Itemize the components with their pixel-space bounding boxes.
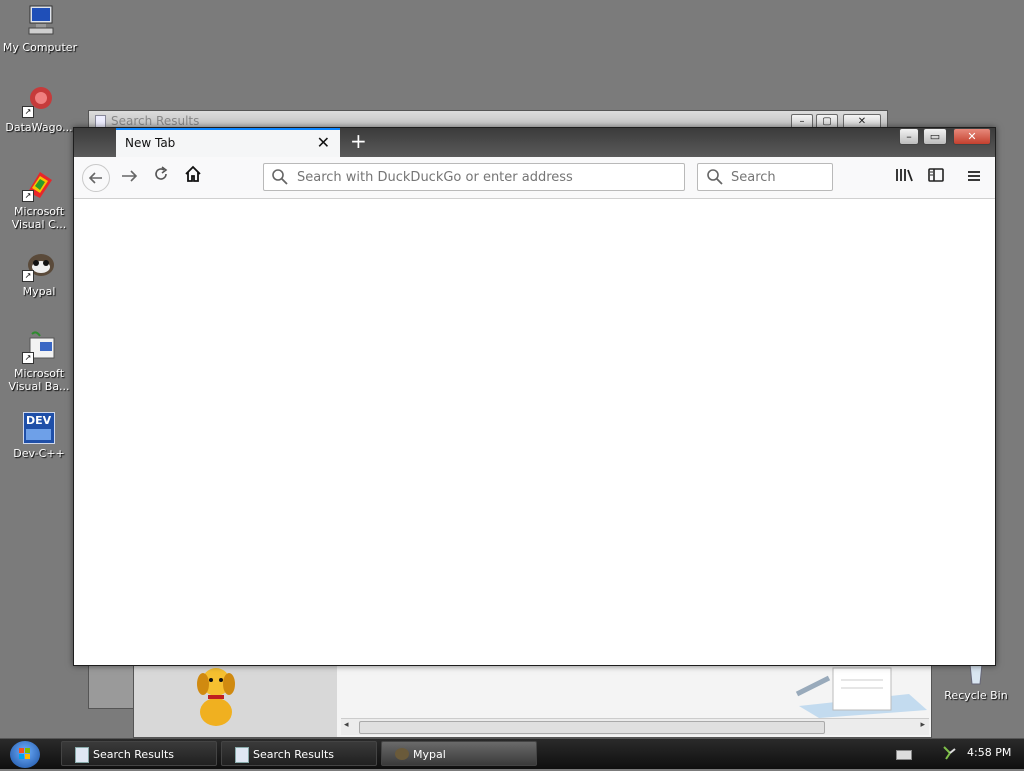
computer-icon — [23, 4, 57, 38]
menu-button[interactable] — [960, 164, 988, 192]
search-icon — [707, 169, 723, 185]
mypal-icon: ↗ — [22, 248, 56, 282]
dev-icon-text: DEV — [26, 414, 52, 427]
dev-cpp-icon: DEV — [23, 412, 55, 444]
tab-close-icon[interactable]: ✕ — [317, 133, 330, 152]
tab-title: New Tab — [125, 136, 176, 150]
desktop-icon-label: Visual C... — [11, 218, 67, 231]
browser-window: New Tab ✕ + – ▭ ✕ — [73, 127, 996, 666]
visual-basic-icon: ↗ — [22, 330, 56, 364]
scroll-left-icon[interactable]: ◂ — [344, 720, 349, 730]
page-content-area[interactable] — [74, 199, 995, 665]
desktop-icon-mypal[interactable]: ↗ Mypal — [0, 248, 78, 298]
document-icon — [75, 747, 89, 763]
desktop-icon-my-computer[interactable]: My Computer — [1, 4, 79, 54]
datawagon-icon: ↗ — [22, 84, 56, 118]
sidebar-icon — [928, 168, 944, 182]
window-close-button[interactable]: ✕ — [953, 128, 991, 145]
new-tab-button[interactable]: + — [350, 129, 367, 153]
windows-logo-icon — [19, 748, 30, 759]
back-arrow-icon — [88, 172, 102, 184]
horizontal-scrollbar[interactable]: ◂ ▸ — [341, 718, 929, 735]
desktop-icon-label: Dev-C++ — [13, 447, 65, 460]
hamburger-menu-icon — [968, 171, 980, 181]
desktop-icon-label: Microsoft — [13, 367, 65, 380]
tab-strip: New Tab ✕ + – ▭ ✕ — [74, 128, 995, 157]
taskbar-item-mypal[interactable]: Mypal — [381, 741, 537, 766]
system-clock[interactable]: 4:58 PM — [967, 746, 1011, 759]
mypal-icon — [395, 748, 409, 760]
reload-icon — [155, 166, 168, 180]
taskbar-item-label: Mypal — [413, 748, 446, 761]
shortcut-arrow-icon: ↗ — [22, 352, 34, 364]
taskbar-item-search-results-1[interactable]: Search Results — [61, 741, 217, 766]
shortcut-arrow-icon: ↗ — [22, 190, 34, 202]
start-button[interactable] — [10, 741, 40, 768]
desktop-icon-label: Visual Ba... — [8, 380, 70, 393]
desktop-icon-dev-cpp[interactable]: DEV Dev-C++ — [0, 412, 78, 460]
url-input[interactable] — [295, 169, 679, 186]
back-button[interactable] — [82, 164, 110, 192]
taskbar: Search Results Search Results Mypal 4:58… — [0, 738, 1024, 769]
library-icon — [896, 169, 913, 182]
navigation-toolbar — [74, 157, 995, 199]
home-icon — [185, 165, 201, 182]
desktop-icon-recycle-bin[interactable]: Recycle Bin — [937, 662, 1015, 702]
library-button[interactable] — [890, 164, 918, 192]
taskbar-item-label: Search Results — [93, 748, 175, 761]
search-box[interactable] — [697, 163, 833, 191]
dog-mascot-icon — [186, 662, 246, 728]
desktop-icon-label: Recycle Bin — [944, 689, 1008, 702]
home-button[interactable] — [179, 164, 207, 192]
document-graphic-icon — [789, 660, 929, 718]
tab-new-tab[interactable]: New Tab ✕ — [116, 128, 340, 157]
background-window-content: ◂ ▸ — [133, 655, 932, 738]
desktop-icon-datawagon[interactable]: ↗ DataWago... — [0, 84, 78, 134]
forward-button[interactable] — [115, 164, 143, 192]
scrollbar-thumb[interactable] — [359, 721, 825, 734]
desktop-icon-label: DataWago... — [5, 121, 73, 134]
reload-button[interactable] — [147, 164, 175, 192]
visual-c-icon: ↗ — [22, 168, 56, 202]
window-minimize-button[interactable]: – — [899, 128, 919, 145]
keyboard-icon[interactable] — [896, 750, 912, 760]
taskbar-item-label: Search Results — [253, 748, 335, 761]
sidebar-button[interactable] — [922, 164, 950, 192]
desktop-icon-label: Mypal — [22, 285, 56, 298]
background-window-title: Search Results — [111, 114, 200, 128]
search-icon — [272, 169, 288, 185]
document-icon — [235, 747, 249, 763]
search-input[interactable] — [729, 169, 829, 186]
shortcut-arrow-icon: ↗ — [22, 270, 34, 282]
window-restore-button[interactable]: ▭ — [923, 128, 947, 145]
taskbar-item-search-results-2[interactable]: Search Results — [221, 741, 377, 766]
url-bar[interactable] — [263, 163, 685, 191]
desktop-icon-label: My Computer — [2, 41, 78, 54]
forward-arrow-icon — [122, 170, 138, 182]
desktop-icon-visual-c[interactable]: ↗ Microsoft Visual C... — [0, 168, 78, 231]
desktop-icon-label: Microsoft — [13, 205, 65, 218]
shortcut-arrow-icon: ↗ — [22, 106, 34, 118]
scroll-right-icon[interactable]: ▸ — [920, 720, 925, 730]
network-icon[interactable] — [942, 745, 956, 761]
desktop-icon-visual-basic[interactable]: ↗ Microsoft Visual Ba... — [0, 330, 78, 393]
